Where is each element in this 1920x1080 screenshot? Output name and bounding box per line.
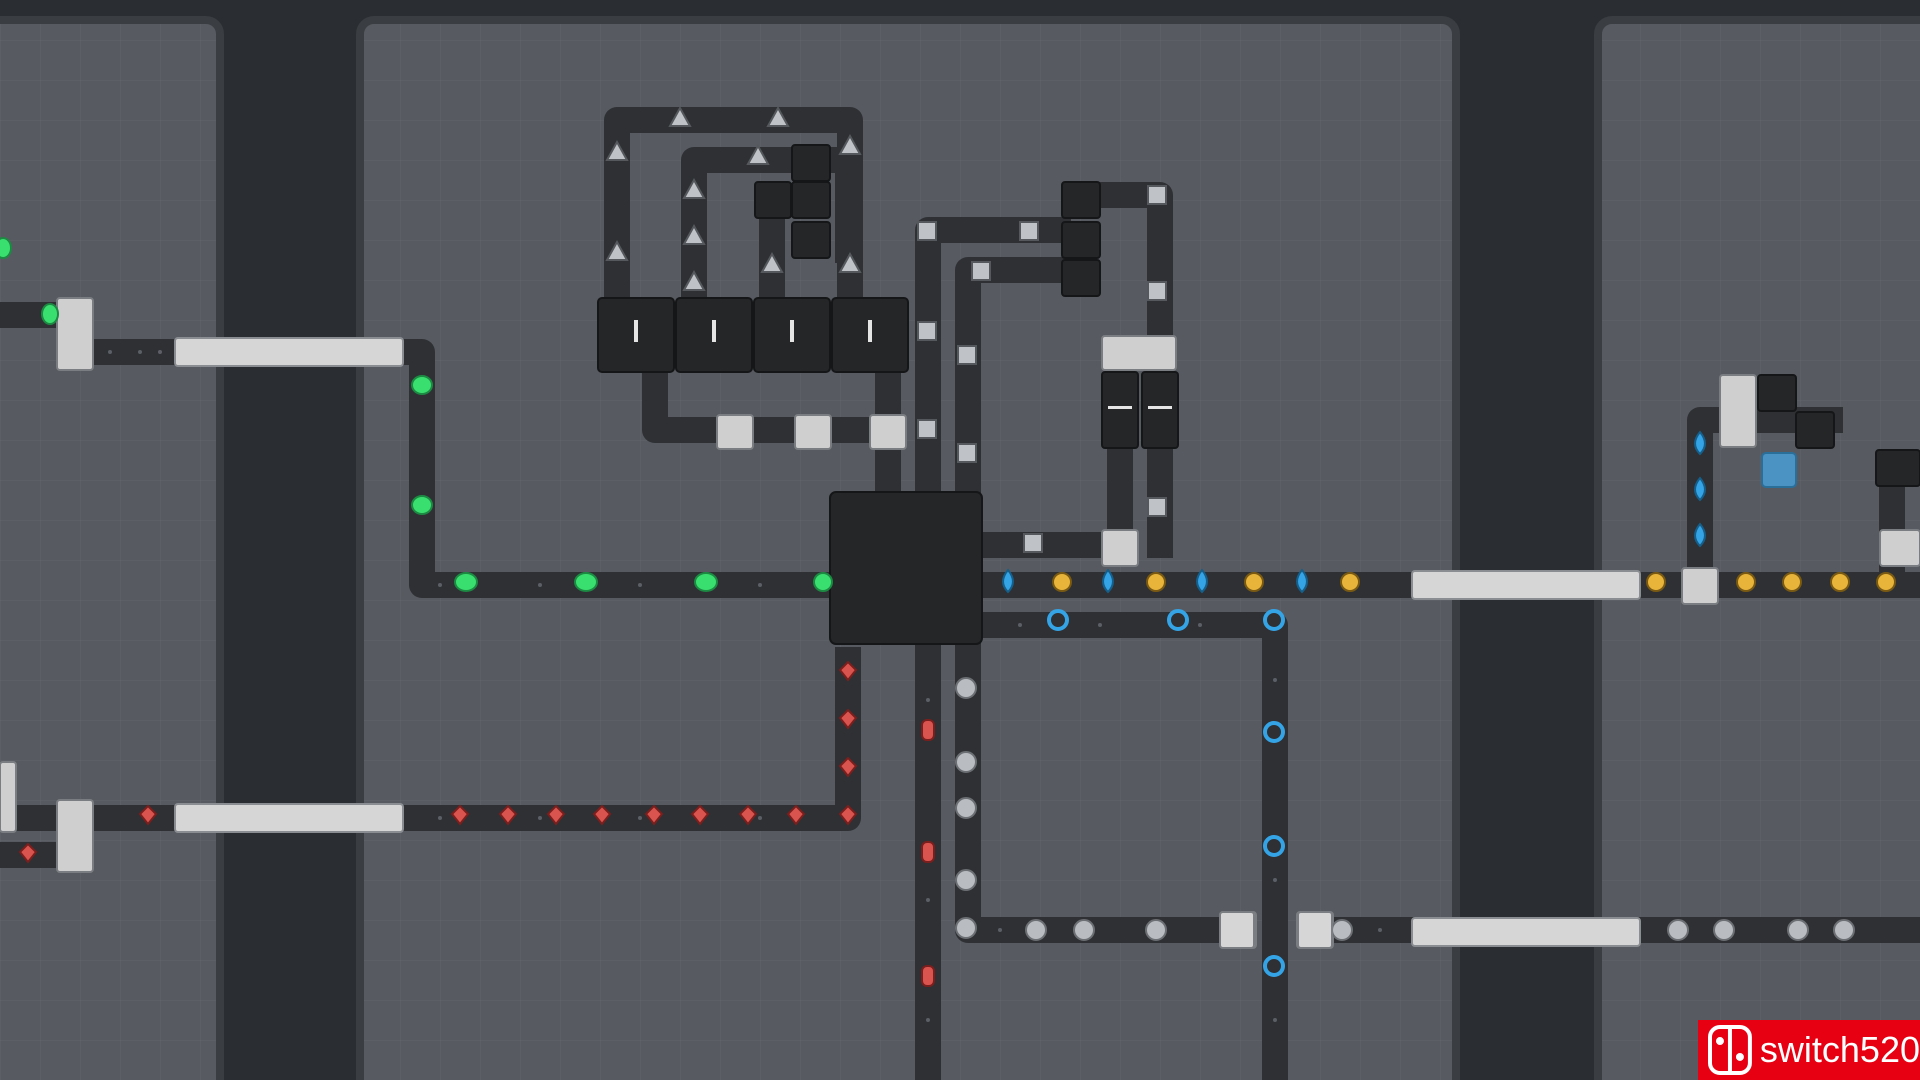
- ball-icon: [1331, 919, 1353, 941]
- splitter-block: [1879, 529, 1920, 567]
- ball-icon: [955, 751, 977, 773]
- leaf-icon: [0, 237, 12, 259]
- leaf-icon: [41, 303, 59, 325]
- splitter-block: [1719, 374, 1757, 448]
- build-zone-left[interactable]: [0, 16, 224, 1080]
- splitter-block: [1101, 335, 1177, 371]
- ball-icon: [1787, 919, 1809, 941]
- connector-bar: [174, 337, 404, 367]
- water-drop-icon: [1694, 430, 1706, 456]
- leaf-icon: [813, 572, 833, 592]
- lightning-bolt-icon: [1244, 572, 1264, 592]
- gate-block: [1297, 911, 1333, 949]
- capsule-icon: [921, 719, 935, 741]
- cube-icon: [917, 221, 937, 241]
- ball-icon: [955, 677, 977, 699]
- cube-icon: [1147, 497, 1167, 517]
- small-machine: [791, 181, 831, 219]
- water-drop-icon: [1102, 568, 1114, 594]
- splitter-block: [716, 414, 754, 450]
- splitter-block: [0, 761, 17, 833]
- connector-bar: [174, 803, 404, 833]
- leaf-icon: [694, 572, 718, 592]
- leaf-icon: [411, 375, 433, 395]
- small-machine: [1061, 221, 1101, 259]
- cube-icon: [957, 443, 977, 463]
- lightning-bolt-icon: [1876, 572, 1896, 592]
- small-machine: [1875, 449, 1920, 487]
- selected-drop-icon: [1761, 452, 1797, 488]
- cube-icon: [957, 345, 977, 365]
- small-machine: [1795, 411, 1835, 449]
- water-drop-icon: [1694, 522, 1706, 548]
- ball-icon: [955, 869, 977, 891]
- lightning-bolt-icon: [1646, 572, 1666, 592]
- small-machine: [791, 144, 831, 182]
- nintendo-switch-logo-icon: [1708, 1025, 1752, 1075]
- lightning-bolt-icon: [1340, 572, 1360, 592]
- small-machine: [754, 181, 792, 219]
- ball-icon: [1667, 919, 1689, 941]
- cube-icon: [1147, 185, 1167, 205]
- splitter-block: [1101, 529, 1139, 567]
- lightning-bolt-icon: [1782, 572, 1802, 592]
- small-machine: [1757, 374, 1797, 412]
- water-drop-icon: [1196, 568, 1208, 594]
- cube-icon: [1023, 533, 1043, 553]
- central-hub-machine: [829, 491, 983, 645]
- water-drop-icon: [1694, 476, 1706, 502]
- watermark: switch520: [1698, 1020, 1920, 1080]
- splitter-block: [56, 297, 94, 371]
- ball-icon: [1025, 919, 1047, 941]
- ball-icon: [955, 797, 977, 819]
- cube-icon: [1147, 281, 1167, 301]
- small-machine: [1061, 181, 1101, 219]
- small-machine: [791, 221, 831, 259]
- ball-icon: [955, 917, 977, 939]
- splitter-block: [1681, 567, 1719, 605]
- small-machine: [1061, 259, 1101, 297]
- cube-icon: [917, 321, 937, 341]
- leaf-icon: [574, 572, 598, 592]
- lightning-bolt-icon: [1736, 572, 1756, 592]
- lightning-bolt-icon: [1830, 572, 1850, 592]
- watermark-text: switch520: [1759, 1029, 1920, 1070]
- processor-machine: [1141, 371, 1179, 449]
- factory-map[interactable]: [0, 0, 1920, 1080]
- lightning-bolt-icon: [1146, 572, 1166, 592]
- gate-block: [1219, 911, 1255, 949]
- processor-machine: [1101, 371, 1139, 449]
- cube-icon: [917, 419, 937, 439]
- ball-icon: [1713, 919, 1735, 941]
- water-drop-icon: [1296, 568, 1308, 594]
- connector-bar: [1411, 917, 1641, 947]
- cube-icon: [971, 261, 991, 281]
- capsule-icon: [921, 965, 935, 987]
- splitter-block: [794, 414, 832, 450]
- ball-icon: [1833, 919, 1855, 941]
- leaf-icon: [411, 495, 433, 515]
- splitter-block: [56, 799, 94, 873]
- connector-bar: [1411, 570, 1641, 600]
- water-drop-icon: [1002, 568, 1014, 594]
- lightning-bolt-icon: [1052, 572, 1072, 592]
- capsule-icon: [921, 841, 935, 863]
- cube-icon: [1019, 221, 1039, 241]
- ball-icon: [1073, 919, 1095, 941]
- leaf-icon: [454, 572, 478, 592]
- splitter-block: [869, 414, 907, 450]
- ball-icon: [1145, 919, 1167, 941]
